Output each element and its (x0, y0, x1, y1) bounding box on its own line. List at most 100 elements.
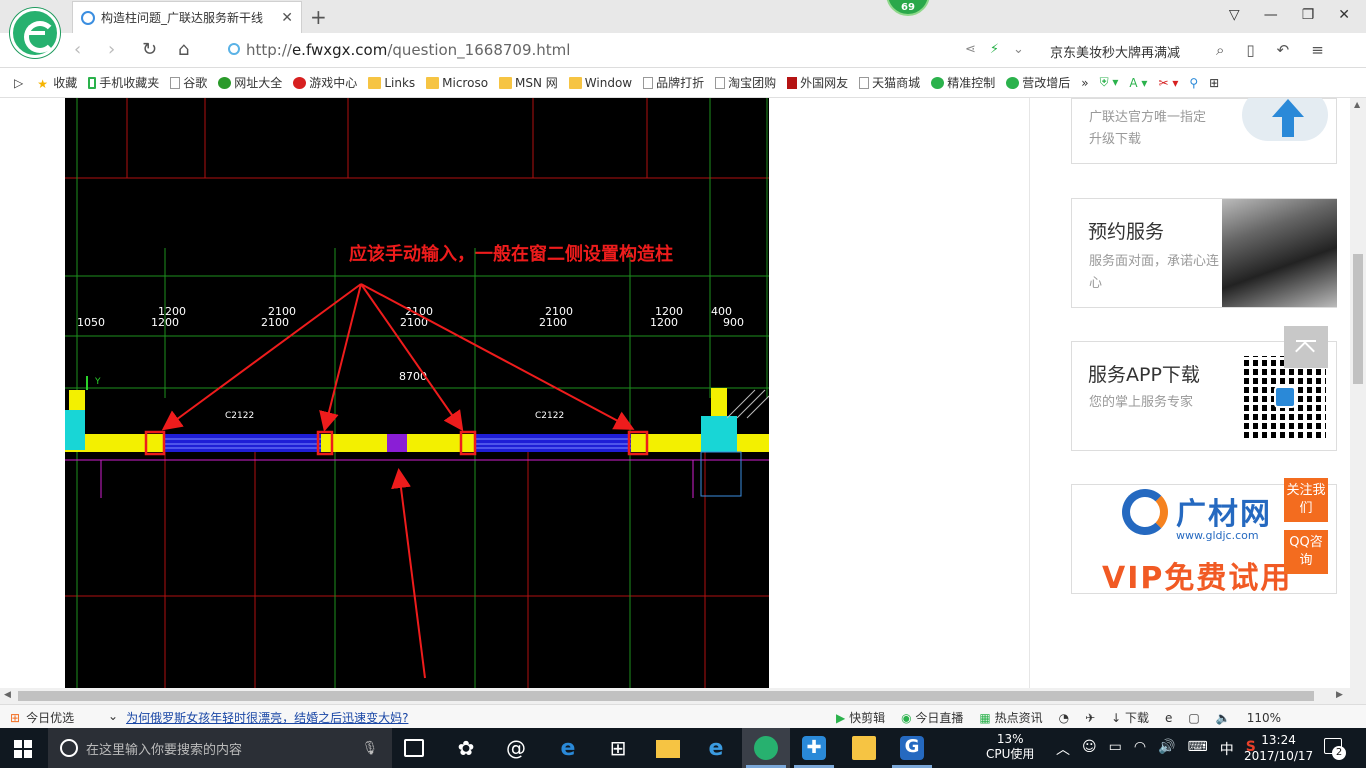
cpu-indicator[interactable]: 13% CPU使用 (986, 732, 1034, 762)
reload-icon[interactable]: ↻ (142, 39, 157, 60)
notification-badge[interactable]: 69 (886, 0, 930, 16)
bookmark-item[interactable]: 精准控制 (931, 74, 995, 91)
bookmark-item[interactable]: 淘宝团购 (715, 74, 776, 91)
bookmark-item[interactable]: 营改增后 (1006, 74, 1070, 91)
close-button[interactable]: ✕ (1338, 7, 1350, 23)
bookmark-item[interactable]: MSN 网 (499, 74, 558, 91)
browser-logo-icon[interactable] (10, 8, 60, 58)
taskbar-search-placeholder: 在这里输入你要搜索的内容 (86, 742, 243, 758)
plus-app-icon[interactable]: ✚ (802, 736, 826, 760)
start-button[interactable] (14, 740, 32, 758)
axis-label: Y (94, 377, 101, 387)
bookmark-item[interactable]: 游戏中心 (293, 74, 357, 91)
bookmark-item[interactable]: Links (368, 76, 415, 90)
menu-icon[interactable]: ≡ (1311, 41, 1324, 59)
back-to-top-button[interactable] (1284, 326, 1328, 368)
quick-cut-button[interactable]: ▶ 快剪辑 (836, 709, 885, 726)
new-tab-button[interactable]: + (310, 5, 327, 29)
live-button[interactable]: ◉ 今日直播 (901, 709, 963, 726)
battery-icon[interactable]: ▭ (1109, 739, 1122, 759)
pinwheel-app-icon[interactable]: ✿ (454, 736, 478, 760)
back-icon[interactable]: ‹ (74, 39, 81, 60)
news-link[interactable]: 为何俄罗斯女孩年轻时很漂亮，结婚之后迅速变大妈? (126, 709, 408, 726)
store-icon[interactable]: ⊞ (606, 736, 630, 760)
task-view-icon[interactable] (404, 739, 424, 757)
ie-mode-icon[interactable]: e (1165, 711, 1172, 725)
sidebar-toggle-icon[interactable]: ▷ (14, 76, 23, 90)
window-icon[interactable]: ▢ (1188, 711, 1199, 725)
bookmark-item[interactable]: 网址大全 (218, 74, 282, 91)
apps-icon[interactable]: ⊞ (1209, 76, 1219, 90)
hot-news-button[interactable]: ▦ 热点资讯 (979, 709, 1042, 726)
address-bar: ‹ › ↻ ⌂ http://e.fwxgx.com/question_1668… (0, 33, 1366, 68)
notes-app-icon[interactable] (852, 736, 876, 760)
clock[interactable]: 13:24 2017/10/17 (1244, 732, 1313, 764)
bookmark-item[interactable]: 谷歌 (170, 74, 207, 91)
tab-close-icon[interactable]: ✕ (281, 10, 293, 26)
bookmarks-bar: ▷ ★ 收藏 手机收藏夹 谷歌 网址大全 游戏中心 Links Microso M… (0, 68, 1366, 98)
mobile-icon[interactable]: ▯ (1246, 41, 1254, 59)
share-icon[interactable]: ⋖ (965, 42, 976, 57)
glodon-app-icon[interactable]: G (900, 736, 924, 760)
dim-bottom-1: 1050 (77, 316, 105, 329)
download-card[interactable]: 广联达官方唯一指定升级下载 (1071, 98, 1337, 164)
scissors-icon[interactable]: ✂ ▾ (1158, 76, 1178, 90)
search-tool-icon[interactable]: ⚲ (1189, 76, 1198, 90)
chevron-down-icon[interactable]: ⌄ (108, 709, 118, 726)
volume-icon[interactable]: 🔈 (1216, 711, 1231, 725)
qq-consult-button[interactable]: QQ咨询 (1284, 530, 1328, 574)
edge-icon[interactable]: e (556, 736, 580, 761)
forward-icon[interactable]: › (108, 39, 115, 60)
browser-taskbar-icon[interactable] (754, 736, 778, 760)
more-bookmarks-icon[interactable]: » (1081, 76, 1088, 90)
taskbar-search-box[interactable]: 在这里输入你要搜索的内容 🎙 (48, 728, 392, 768)
search-input[interactable]: 京东美妆秒大牌再满减 (1050, 42, 1180, 61)
follow-us-button[interactable]: 关注我们 (1284, 478, 1328, 522)
home-icon[interactable]: ⌂ (178, 39, 189, 60)
cad-drawing-image: 1200 2100 2100 2100 1200 400 1050 1200 2… (65, 98, 769, 688)
bookmark-item[interactable]: 外国网友 (787, 74, 848, 91)
ie-icon[interactable]: e (704, 736, 728, 761)
service-appointment-card[interactable]: 预约服务 服务面对面，承诺心连心 (1071, 198, 1337, 308)
vertical-scroll-thumb[interactable] (1353, 254, 1363, 384)
page-content: 1200 2100 2100 2100 1200 400 1050 1200 2… (0, 98, 1350, 688)
pin-icon[interactable]: ✈ (1085, 711, 1095, 725)
horizontal-scroll-thumb[interactable] (18, 691, 1314, 701)
volume-tray-icon[interactable]: 🔊 (1158, 739, 1175, 759)
file-explorer-icon[interactable] (656, 740, 680, 758)
bookmark-item[interactable]: Microso (426, 76, 488, 90)
bookmark-item[interactable]: ★ 收藏 (37, 74, 77, 91)
speed-icon[interactable]: ◔ (1059, 711, 1069, 725)
horizontal-scrollbar[interactable]: ◀ ▶ (0, 688, 1366, 704)
minimize-button[interactable]: — (1264, 7, 1278, 23)
keyboard-icon[interactable]: ⌨ (1188, 739, 1208, 759)
chevron-down-icon[interactable]: ⌄ (1013, 42, 1024, 57)
skin-icon[interactable]: ▽ (1229, 7, 1240, 23)
browser-tab[interactable]: 构造柱问题_广联达服务新干线 ✕ (72, 1, 302, 33)
window-label-1: C2122 (225, 411, 254, 421)
people-icon[interactable]: ☺ (1082, 739, 1097, 759)
translate-icon[interactable]: A ▾ (1129, 76, 1147, 90)
dim-bottom-6: 1200 (650, 316, 678, 329)
spiral-app-icon[interactable]: @ (504, 736, 528, 760)
search-icon[interactable]: ⌕ (1216, 41, 1224, 59)
undo-icon[interactable]: ↶ (1277, 41, 1290, 59)
microphone-icon[interactable]: 🎙 (361, 741, 378, 756)
vertical-scrollbar[interactable]: ▲ (1350, 98, 1366, 688)
download-button[interactable]: ↓ 下载 (1111, 709, 1149, 726)
lightning-icon[interactable]: ⚡ (990, 42, 999, 57)
dim-bottom-5: 2100 (539, 316, 567, 329)
shield-icon[interactable]: ⛨ ▾ (1100, 75, 1119, 90)
bookmark-item[interactable]: Window (568, 76, 632, 90)
bookmark-item[interactable]: 天猫商城 (859, 74, 920, 91)
bookmark-item[interactable]: 品牌打折 (643, 74, 704, 91)
maximize-button[interactable]: ❐ (1302, 7, 1315, 23)
ime-indicator[interactable]: 中 (1220, 739, 1234, 759)
today-picks[interactable]: 今日优选 (26, 709, 74, 726)
bookmark-item[interactable]: 手机收藏夹 (88, 74, 159, 91)
zoom-level[interactable]: 110% (1247, 711, 1281, 725)
chevron-up-icon[interactable]: ︿ (1056, 739, 1070, 759)
site-security-icon[interactable] (228, 43, 240, 55)
url-field[interactable]: http://e.fwxgx.com/question_1668709.html (246, 41, 570, 59)
wifi-icon[interactable]: ◠ (1134, 739, 1146, 759)
